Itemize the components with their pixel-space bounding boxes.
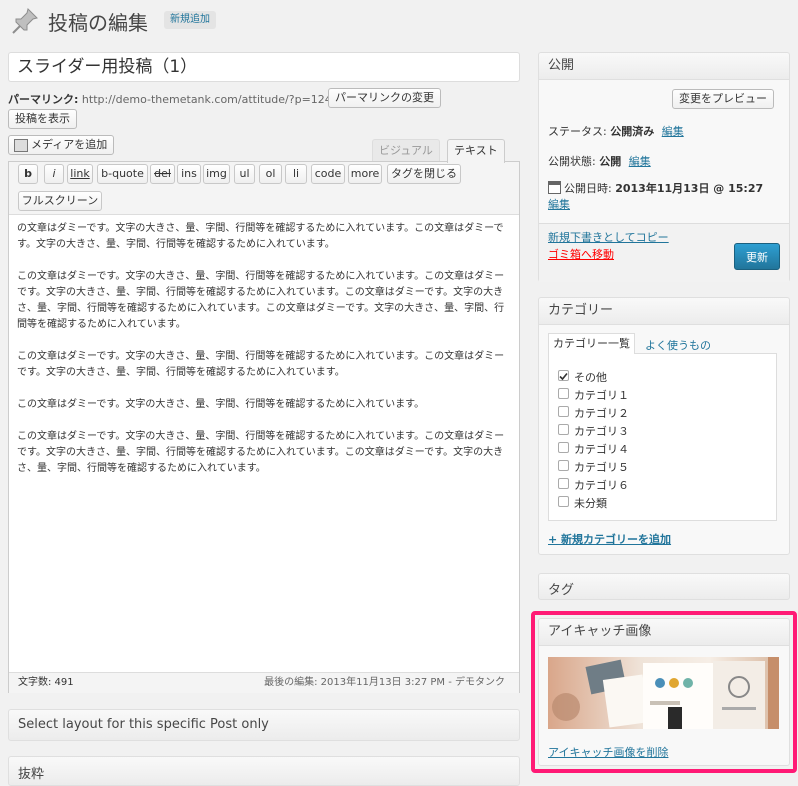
publish-date-label: 公開日時: xyxy=(564,182,612,195)
category-label: カテゴリ１ xyxy=(574,389,629,402)
quicktag-button-link[interactable]: link xyxy=(67,164,93,184)
quicktag-button-li[interactable]: li xyxy=(285,164,307,184)
publish-date-row: 公開日時: 2013年11月13日 @ 15:27 xyxy=(564,180,763,196)
tab-popular-categories[interactable]: よく使うもの xyxy=(645,337,711,353)
excerpt-title: 抜粋 xyxy=(18,767,45,782)
category-label: カテゴリ５ xyxy=(574,461,629,474)
category-label: カテゴリ６ xyxy=(574,479,629,492)
add-media-label: メディアを追加 xyxy=(31,138,108,151)
quicktag-button-del[interactable]: del xyxy=(150,164,175,184)
tab-text[interactable]: テキスト xyxy=(447,139,505,163)
quicktag-button-b[interactable]: b xyxy=(18,164,38,184)
editor-paragraph: の文章はダミーです。文字の大きさ、量、字間、行間等を確認するために入れています。… xyxy=(17,223,504,250)
editor-paragraph: この文章はダミーです。文字の大きさ、量、字間、行間等を確認するために入れています… xyxy=(17,399,425,410)
remove-featured-image-link[interactable]: アイキャッチ画像を削除 xyxy=(548,744,668,760)
checkmark-icon xyxy=(559,372,568,381)
category-label: カテゴリ４ xyxy=(574,443,629,456)
page-title: 投稿の編集 xyxy=(48,11,148,35)
category-checkbox[interactable] xyxy=(558,388,569,399)
quicktag-button-ins[interactable]: ins xyxy=(177,164,201,184)
view-post-button[interactable]: 投稿を表示 xyxy=(8,109,77,129)
publish-date-edit-link[interactable]: 編集 xyxy=(548,196,570,212)
change-permalink-button[interactable]: パーマリンクの変更 xyxy=(328,88,441,108)
visibility-edit-link[interactable]: 編集 xyxy=(629,155,651,168)
tab-all-categories[interactable]: カテゴリー一覧 xyxy=(548,333,635,354)
category-checkbox[interactable] xyxy=(558,496,569,507)
visibility-row: 公開状態: 公開 編集 xyxy=(548,153,651,169)
preview-changes-button[interactable]: 変更をプレビュー xyxy=(672,89,774,109)
permalink-row: パーマリンク: http://demo-themetank.com/attitu… xyxy=(8,91,332,107)
tab-visual[interactable]: ビジュアル xyxy=(372,139,440,162)
media-icon xyxy=(14,139,28,152)
layout-select-box[interactable]: Select layout for this specific Post onl… xyxy=(8,709,520,741)
featured-image-thumbnail[interactable] xyxy=(548,657,779,729)
visibility-value: 公開 xyxy=(599,155,622,168)
category-checkbox[interactable] xyxy=(558,460,569,471)
quicktag-button-img[interactable]: img xyxy=(203,164,230,184)
editor-status-bar: 文字数: 491 最後の編集: 2013年11月13日 3:27 PM - デモ… xyxy=(9,672,519,693)
calendar-icon xyxy=(548,181,561,194)
category-label: 未分類 xyxy=(574,497,607,510)
category-checkbox[interactable] xyxy=(558,478,569,489)
status-row: ステータス: 公開済み 編集 xyxy=(548,123,684,139)
publish-box-title: 公開 xyxy=(539,53,789,80)
quicktag-button-ul[interactable]: ul xyxy=(234,164,255,184)
status-label: ステータス: xyxy=(548,125,607,138)
post-title-input[interactable]: スライダー用投稿（1） xyxy=(8,52,520,82)
quicktag-button-code[interactable]: code xyxy=(311,164,345,184)
editor-paragraph: この文章はダミーです。文字の大きさ、量、字間、行間等を確認するために入れています… xyxy=(17,351,505,378)
quicktag-button-bquote[interactable]: b-quote xyxy=(97,164,148,184)
category-label: カテゴリ２ xyxy=(574,407,629,420)
editor-paragraph: この文章はダミーです。文字の大きさ、量、字間、行間等を確認するために入れています… xyxy=(17,431,505,474)
move-to-trash-link[interactable]: ゴミ箱へ移動 xyxy=(548,246,614,262)
status-value: 公開済み xyxy=(610,125,655,138)
excerpt-box[interactable]: 抜粋 xyxy=(8,756,520,786)
category-checkbox[interactable] xyxy=(558,442,569,453)
editor-paragraph: この文章はダミーです。文字の大きさ、量、字間、行間等を確認するために入れています… xyxy=(17,271,505,330)
quicktag-button-[interactable]: タグを閉じる xyxy=(387,164,461,184)
tags-box[interactable]: タグ xyxy=(538,573,790,600)
last-edit-info: 最後の編集: 2013年11月13日 3:27 PM - デモタンク xyxy=(264,677,505,688)
copy-to-draft-link[interactable]: 新規下書きとしてコピー xyxy=(548,229,669,245)
add-new-button[interactable]: 新規追加 xyxy=(164,11,216,29)
pushpin-icon xyxy=(10,6,40,36)
add-media-button[interactable]: メディアを追加 xyxy=(8,135,115,155)
quicktag-button-ol[interactable]: ol xyxy=(259,164,282,184)
quicktag-button-fullscreen[interactable]: フルスクリーン xyxy=(18,191,102,211)
visibility-label: 公開状態: xyxy=(548,155,596,168)
permalink-url[interactable]: http://demo-themetank.com/attitude/?p=12… xyxy=(82,93,332,106)
featured-image-box-title: アイキャッチ画像 xyxy=(539,619,789,646)
editor-textarea[interactable]: の文章はダミーです。文字の大きさ、量、字間、行間等を確認するために入れています。… xyxy=(17,221,505,671)
quicktag-button-i[interactable]: i xyxy=(44,164,64,184)
publish-date-value: 2013年11月13日 @ 15:27 xyxy=(615,182,764,195)
word-count: 文字数: 491 xyxy=(18,677,74,688)
categories-box-title: カテゴリー xyxy=(539,298,789,325)
layout-select-title: Select layout for this specific Post onl… xyxy=(18,717,269,732)
add-new-category-link[interactable]: + 新規カテゴリーを追加 xyxy=(548,531,671,547)
status-edit-link[interactable]: 編集 xyxy=(662,125,684,138)
category-checkbox[interactable] xyxy=(558,424,569,435)
update-button[interactable]: 更新 xyxy=(734,243,780,270)
category-label: その他 xyxy=(574,371,607,384)
post-title-value: スライダー用投稿（1） xyxy=(17,57,198,77)
desk-photo-icon xyxy=(552,657,779,729)
tags-box-title: タグ xyxy=(548,583,575,598)
category-label: カテゴリ３ xyxy=(574,425,629,438)
quicktag-button-more[interactable]: more xyxy=(348,164,382,184)
category-checkbox[interactable] xyxy=(558,370,569,381)
category-checkbox[interactable] xyxy=(558,406,569,417)
permalink-label: パーマリンク: xyxy=(8,93,79,106)
